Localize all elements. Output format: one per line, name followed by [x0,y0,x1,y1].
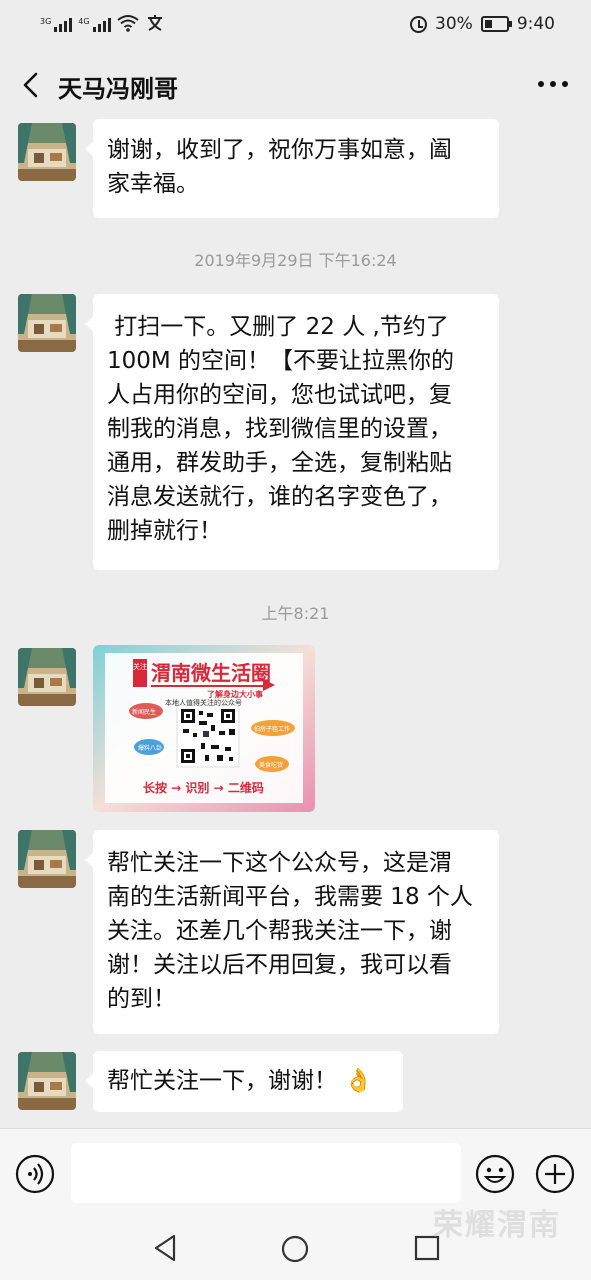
chat-title: 天马冯刚哥 [58,75,178,103]
status-right: 30% 9:40 [410,14,555,34]
message-line: 制我的消息，找到微信里的设置， [107,416,452,442]
message-text: 帮忙关注一下，谢谢！ [107,1068,337,1094]
chat-header: 天马冯刚哥 [0,50,591,120]
hotspot-icon [147,15,162,31]
message-line: 关注。还差几个帮我关注一下，谢 [107,918,452,944]
message-line: 的到！ [107,986,176,1012]
message-line: 人占用你的空间，您也试试吧，复 [107,382,452,408]
ok-hand-emoji: 👌 [344,1068,373,1094]
message-text: 谢谢，收到了，祝你万事如意，阖 [107,137,452,163]
poster-tag: 爆料八卦 [138,745,163,752]
message-line: 消息发送就行，谁的名字变色了， [107,484,452,510]
message-line: 帮忙关注一下这个公众号，这是渭 [107,850,452,876]
message-line: 打扫一下。又删了 22 人 ,节约了 [107,314,449,340]
poster-tagline: 本地人值得关注的公众号 [165,699,242,707]
avatar[interactable] [18,648,76,706]
message-line: 南的生活新闻平台，我需要 18 个人 [107,884,473,910]
clock: 9:40 [516,14,555,34]
poster-footer: 长按 → 识别 → 二维码 [143,781,264,795]
message-text: 家幸福。 [107,171,199,197]
wifi-icon [116,15,139,32]
alarm-icon [410,15,428,33]
battery-icon [480,16,512,32]
poster-tag: 新闻民生 [132,709,157,716]
poster-title: 渭南微生活圈 [151,661,271,685]
back-arrow-icon[interactable] [16,68,46,102]
avatar[interactable] [18,830,76,888]
poster-tag: 拍房子租工作 [254,726,291,733]
status-bar: 3G 4G 30% 9:40 [0,0,591,50]
signal-icon-sim1: 3G [40,17,73,32]
message-line: 谢！关注以后不用回复，我可以看 [107,952,452,978]
message-bubble[interactable]: 帮忙关注一下这个公众号，这是渭 南的生活新闻平台，我需要 18 个人 关注。还差… [85,830,499,1034]
poster-badge: 关注 [133,663,147,671]
message-bubble[interactable]: 谢谢，收到了，祝你万事如意，阖 家幸福。 [85,119,499,218]
nav-back-icon[interactable] [148,1230,182,1266]
status-left: 3G 4G [40,14,165,32]
plus-icon[interactable] [534,1153,576,1195]
avatar[interactable] [18,294,76,352]
timestamp: 2019年9月29日 下午16:24 [194,251,397,270]
sim2-label: 4G [78,17,90,26]
poster-tag: 美食吃货 [259,762,284,769]
watermark: 荣耀渭南 [433,1208,561,1243]
message-bubble[interactable]: 帮忙关注一下，谢谢！ 👌 [85,1051,403,1112]
signal-icon-sim2: 4G [78,17,111,32]
sim1-label: 3G [40,17,52,26]
battery-percent: 30% [435,14,473,34]
more-options-icon[interactable] [535,72,571,96]
voice-icon[interactable] [14,1153,56,1195]
nav-home-icon[interactable] [280,1234,310,1264]
message-line: 100M 的空间！【不要让拉黑你的 [107,348,455,374]
message-input[interactable] [71,1143,461,1203]
message-line: 删掉就行！ [107,518,222,544]
message-bubble[interactable]: 打扫一下。又删了 22 人 ,节约了 100M 的空间！【不要让拉黑你的 人占用… [85,294,499,570]
avatar[interactable] [18,123,76,181]
timestamp: 上午8:21 [261,604,330,623]
message-line: 通用，群发助手，全选，复制粘贴 [107,450,452,476]
poster-image[interactable]: 关注 渭南微生活圈 了解身边大小事 本地人值得关注的公众号 新闻民生 拍房子租工… [93,645,315,812]
emoji-icon[interactable] [474,1153,516,1195]
avatar[interactable] [18,1052,76,1110]
